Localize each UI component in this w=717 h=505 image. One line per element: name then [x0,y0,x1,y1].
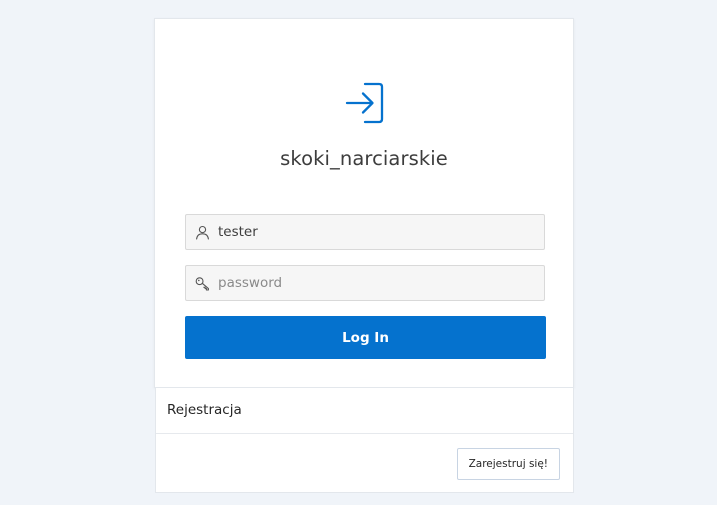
user-icon [196,225,209,240]
username-field[interactable] [185,214,545,250]
key-icon [195,277,209,291]
username-input[interactable] [218,215,538,249]
login-button[interactable]: Log In [185,316,546,359]
app-title: skoki_narciarskie [280,147,448,170]
password-input[interactable] [218,266,538,300]
registration-card: Rejestracja Zarejestruj się! [155,388,574,493]
password-field[interactable] [185,265,545,301]
registration-header: Rejestracja [156,388,573,434]
registration-title: Rejestracja [167,402,242,418]
login-card: skoki_narciarskie Log In [154,18,574,388]
register-button[interactable]: Zarejestruj się! [456,448,560,480]
sign-in-icon [345,82,384,124]
